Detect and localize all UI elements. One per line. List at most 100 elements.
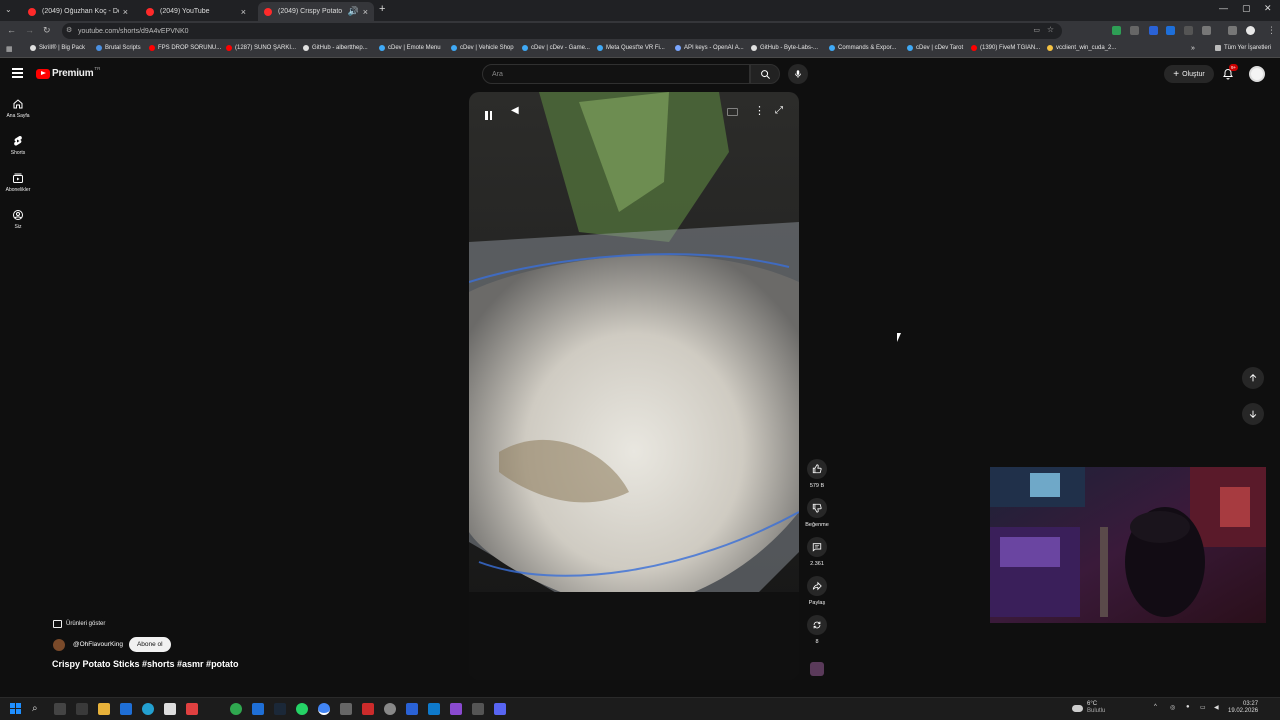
sidebar-item-shorts[interactable]: Shorts (0, 135, 36, 156)
bookmark-item[interactable]: (1390) FiveM TGIAN... (971, 45, 1040, 51)
discord-icon[interactable] (494, 703, 506, 715)
settings-icon[interactable] (384, 703, 396, 715)
speaker-icon[interactable]: 🔊 (348, 6, 359, 17)
whatsapp-icon[interactable] (296, 703, 308, 715)
app-icon[interactable] (362, 703, 374, 715)
shorts-video-player[interactable]: ◀ ⋮ ⤢ (469, 92, 799, 680)
search-input[interactable]: Ara (482, 64, 750, 84)
url-bar[interactable]: ⚙ youtube.com/shorts/d9A4vEPVNK0 ▭ ☆ (62, 23, 1062, 39)
app-icon[interactable] (472, 703, 484, 715)
maximize-icon[interactable]: ▢ (1242, 3, 1251, 14)
subscribe-button[interactable]: Abone ol (128, 637, 171, 652)
bookmark-item[interactable]: Skrill® | Big Pack (30, 45, 85, 51)
sidebar-item-home[interactable]: Ana Sayfa (0, 98, 36, 119)
vscode-icon[interactable] (428, 703, 440, 715)
create-button[interactable]: + Oluştur (1164, 65, 1214, 83)
new-tab-button[interactable]: + (379, 3, 385, 15)
install-app-icon[interactable]: ▭ (1033, 26, 1040, 34)
notifications-button[interactable]: 9+ (1222, 64, 1239, 85)
bookmark-item[interactable]: Brutal Scripts (96, 45, 141, 51)
bookmark-item[interactable]: GitHub - albertthep... (303, 45, 368, 51)
reload-icon[interactable]: ↻ (43, 25, 51, 36)
close-tab-icon[interactable]: × (363, 7, 368, 17)
back-icon[interactable]: ← (7, 25, 16, 35)
extension-icon[interactable] (1130, 26, 1139, 35)
clock[interactable]: 03:27 19.02.2026 (1228, 701, 1258, 715)
bookmark-item[interactable]: (1287) SUNO ŞARKI... (226, 45, 296, 51)
browser-tab-3[interactable]: (2049) Crispy Potato Sticks 🔊 × (258, 2, 374, 21)
all-bookmarks-button[interactable]: Tüm Yer İşaretleri (1215, 45, 1271, 51)
task-view-icon[interactable] (54, 703, 66, 715)
weather-widget[interactable]: 6°C Bulutlu (1072, 701, 1105, 715)
tab-search-icon[interactable]: ⌄ (5, 5, 12, 14)
show-products-button[interactable]: Ürünleri göster (53, 617, 106, 631)
chrome-icon[interactable] (318, 703, 330, 715)
more-options-icon[interactable]: ⋮ (754, 104, 765, 117)
volume-icon[interactable]: ◀ (511, 105, 519, 116)
next-short-button[interactable] (1242, 403, 1264, 425)
hamburger-menu-icon[interactable] (12, 68, 23, 78)
extension-icon[interactable] (1166, 26, 1175, 35)
apps-grid-icon[interactable]: ▦ (6, 45, 13, 53)
sidebar-panel-icon[interactable] (1228, 26, 1237, 35)
account-avatar[interactable] (1249, 66, 1265, 82)
sidebar-item-you[interactable]: Siz (0, 209, 36, 230)
bookmark-item[interactable]: Meta Quest'te VR Fi... (597, 45, 665, 51)
bookmark-item[interactable]: FPS DROP SORUNU... (149, 45, 221, 51)
previous-short-button[interactable] (1242, 367, 1264, 389)
profile-avatar-icon[interactable] (1246, 26, 1255, 35)
extension-icon[interactable] (1184, 26, 1193, 35)
bookmark-star-icon[interactable]: ☆ (1047, 25, 1054, 34)
bookmark-item[interactable]: cDev | Emote Menu (379, 45, 441, 51)
bookmark-item[interactable]: vcclient_win_cuda_2... (1047, 45, 1116, 51)
share-button[interactable]: Paylaş (805, 576, 829, 606)
bookmark-item[interactable]: cDev | cDev - Game... (522, 45, 590, 51)
file-explorer-icon[interactable] (76, 703, 88, 715)
search-icon[interactable]: ⌕ (32, 703, 44, 715)
bookmark-item[interactable]: Commands & Expor... (829, 45, 896, 51)
minimize-icon[interactable]: — (1219, 3, 1228, 13)
channel-name[interactable]: @OhFlavourKing (73, 641, 123, 648)
pause-icon[interactable] (485, 107, 492, 125)
close-tab-icon[interactable]: × (241, 7, 246, 17)
xbox-icon[interactable] (230, 703, 242, 715)
edge-browser-icon[interactable] (142, 703, 154, 715)
forward-icon[interactable]: → (25, 25, 34, 35)
channel-avatar[interactable] (53, 638, 65, 651)
youtube-premium-logo[interactable]: Premium TR (36, 66, 100, 79)
bookmark-item[interactable]: GitHub - Byte-Labs-... (751, 45, 818, 51)
like-button[interactable]: 579 B (805, 459, 829, 489)
browser-tab-2[interactable]: (2049) YouTube × (140, 2, 252, 21)
volume-icon[interactable]: ◀ (1214, 704, 1219, 711)
extension-icon[interactable] (1149, 26, 1158, 35)
app-icon[interactable] (406, 703, 418, 715)
close-tab-icon[interactable]: × (123, 7, 128, 17)
site-info-icon[interactable]: ⚙ (66, 26, 72, 34)
audio-track-thumbnail[interactable] (810, 662, 824, 676)
bookmark-item[interactable]: API keys - OpenAI A... (675, 45, 744, 51)
windows-start-icon[interactable] (10, 703, 22, 715)
bookmark-item[interactable]: cDev | cDev Tarot (907, 45, 963, 51)
remix-button[interactable]: 8 (805, 615, 829, 645)
show-hidden-icons-icon[interactable]: ^ (1154, 704, 1157, 710)
dislike-button[interactable]: Beğenme (805, 498, 829, 528)
video-title[interactable]: Crispy Potato Sticks #shorts #asmr #pota… (52, 659, 239, 669)
more-bookmarks-icon[interactable]: » (1191, 45, 1195, 52)
app-icon[interactable] (186, 703, 198, 715)
fullscreen-icon[interactable]: ⤢ (775, 105, 783, 116)
sidebar-item-subscriptions[interactable]: Abonelikler (0, 172, 36, 193)
steam-icon[interactable] (274, 703, 286, 715)
close-window-icon[interactable]: ✕ (1264, 3, 1272, 14)
mail-icon[interactable] (120, 703, 132, 715)
calendar-icon[interactable] (164, 703, 176, 715)
tray-icon[interactable]: ● (1186, 704, 1190, 710)
browser-menu-icon[interactable]: ⋮ (1267, 25, 1276, 36)
app-icon[interactable] (252, 703, 264, 715)
browser-tab-1[interactable]: (2049) Oğuzhan Koç - Domuz G... × (22, 2, 134, 21)
search-button[interactable] (750, 64, 780, 84)
extension-icon[interactable] (1112, 26, 1121, 35)
network-icon[interactable]: ▭ (1200, 704, 1206, 711)
voice-search-button[interactable] (788, 64, 808, 84)
bookmark-item[interactable]: cDev | Vehicle Shop (451, 45, 514, 51)
folder-icon[interactable] (98, 703, 110, 715)
